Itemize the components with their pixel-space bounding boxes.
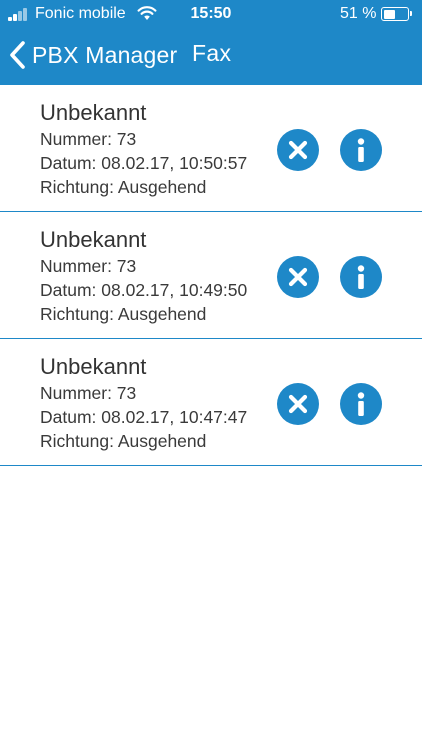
battery-percent: 51 %	[340, 5, 377, 22]
battery-icon	[381, 7, 412, 21]
info-icon	[357, 392, 365, 416]
fax-details: Unbekannt Nummer: 73 Datum: 08.02.17, 10…	[40, 226, 258, 326]
list-item[interactable]: Unbekannt Nummer: 73 Datum: 08.02.17, 10…	[0, 339, 422, 466]
fax-date: Datum: 08.02.17, 10:50:57	[40, 153, 248, 173]
fax-direction: Richtung: Ausgehend	[40, 304, 207, 324]
fax-date: Datum: 08.02.17, 10:49:50	[40, 280, 248, 300]
chevron-left-icon	[10, 41, 25, 69]
fax-number: Nummer: 73	[40, 383, 137, 403]
fax-date: Datum: 08.02.17, 10:47:47	[40, 407, 248, 427]
info-icon	[357, 265, 365, 289]
info-button[interactable]	[340, 383, 382, 425]
fax-details: Unbekannt Nummer: 73 Datum: 08.02.17, 10…	[40, 99, 258, 199]
header: Fonic mobile 15:50 51 % PBX Manager Fax	[0, 0, 422, 85]
fax-contact-name: Unbekannt	[40, 227, 147, 252]
fax-number: Nummer: 73	[40, 129, 137, 149]
delete-button[interactable]	[277, 383, 319, 425]
fax-details: Unbekannt Nummer: 73 Datum: 08.02.17, 10…	[40, 353, 258, 453]
fax-direction: Richtung: Ausgehend	[40, 431, 207, 451]
close-icon	[288, 140, 308, 160]
fax-contact-name: Unbekannt	[40, 100, 147, 125]
back-button[interactable]: PBX Manager	[8, 38, 177, 72]
info-button[interactable]	[340, 256, 382, 298]
delete-button[interactable]	[277, 129, 319, 171]
fax-direction: Richtung: Ausgehend	[40, 177, 207, 197]
status-bar: Fonic mobile 15:50 51 %	[0, 0, 422, 28]
delete-button[interactable]	[277, 256, 319, 298]
list-item[interactable]: Unbekannt Nummer: 73 Datum: 08.02.17, 10…	[0, 212, 422, 339]
navigation-bar: PBX Manager Fax	[0, 28, 422, 85]
close-icon	[288, 267, 308, 287]
list-item[interactable]: Unbekannt Nummer: 73 Datum: 08.02.17, 10…	[0, 85, 422, 212]
info-button[interactable]	[340, 129, 382, 171]
page-title: Fax	[192, 40, 232, 66]
fax-list: Unbekannt Nummer: 73 Datum: 08.02.17, 10…	[0, 85, 422, 466]
fax-contact-name: Unbekannt	[40, 354, 147, 379]
back-label: PBX Manager	[32, 41, 178, 68]
info-icon	[357, 138, 365, 162]
fax-number: Nummer: 73	[40, 256, 137, 276]
close-icon	[288, 394, 308, 414]
